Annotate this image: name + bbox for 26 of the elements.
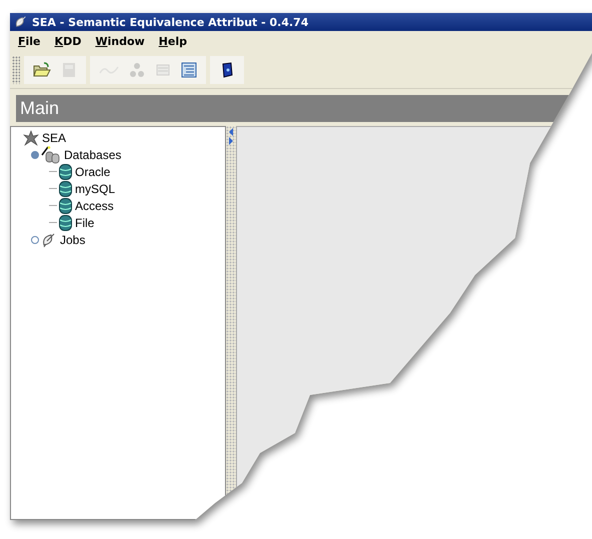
- menu-item[interactable]: Window: [89, 35, 151, 48]
- cluster-icon: [129, 62, 145, 78]
- tree-node[interactable]: Jobs: [59, 232, 86, 246]
- tree-node[interactable]: Access: [74, 198, 115, 212]
- databases-icon: [41, 146, 61, 164]
- tree-toggle[interactable]: [31, 150, 39, 158]
- tree-node[interactable]: Oracle: [74, 164, 112, 178]
- folder-icon: [33, 62, 51, 78]
- database-icon: [59, 180, 72, 196]
- menu-item[interactable]: File: [12, 35, 47, 48]
- tree-node[interactable]: SEA: [41, 130, 68, 144]
- tree-node[interactable]: File: [74, 216, 96, 230]
- window-title: SEA - Semantic Equivalence Attribut - 0.4.74: [32, 16, 308, 28]
- list-icon: [155, 62, 171, 78]
- toolbar-grip[interactable]: [12, 56, 20, 84]
- document-icon: [61, 62, 77, 78]
- star-icon: [23, 130, 39, 146]
- database-icon: [59, 164, 72, 180]
- tree-toggle[interactable]: [31, 236, 39, 244]
- tree-node[interactable]: Databases: [63, 148, 122, 162]
- database-icon: [59, 214, 72, 230]
- menu-item[interactable]: KDD: [48, 35, 88, 48]
- menu-item[interactable]: Help: [152, 35, 193, 48]
- form-icon: [181, 62, 197, 78]
- tree-node[interactable]: mySQL: [74, 182, 116, 196]
- database-icon: [59, 198, 72, 214]
